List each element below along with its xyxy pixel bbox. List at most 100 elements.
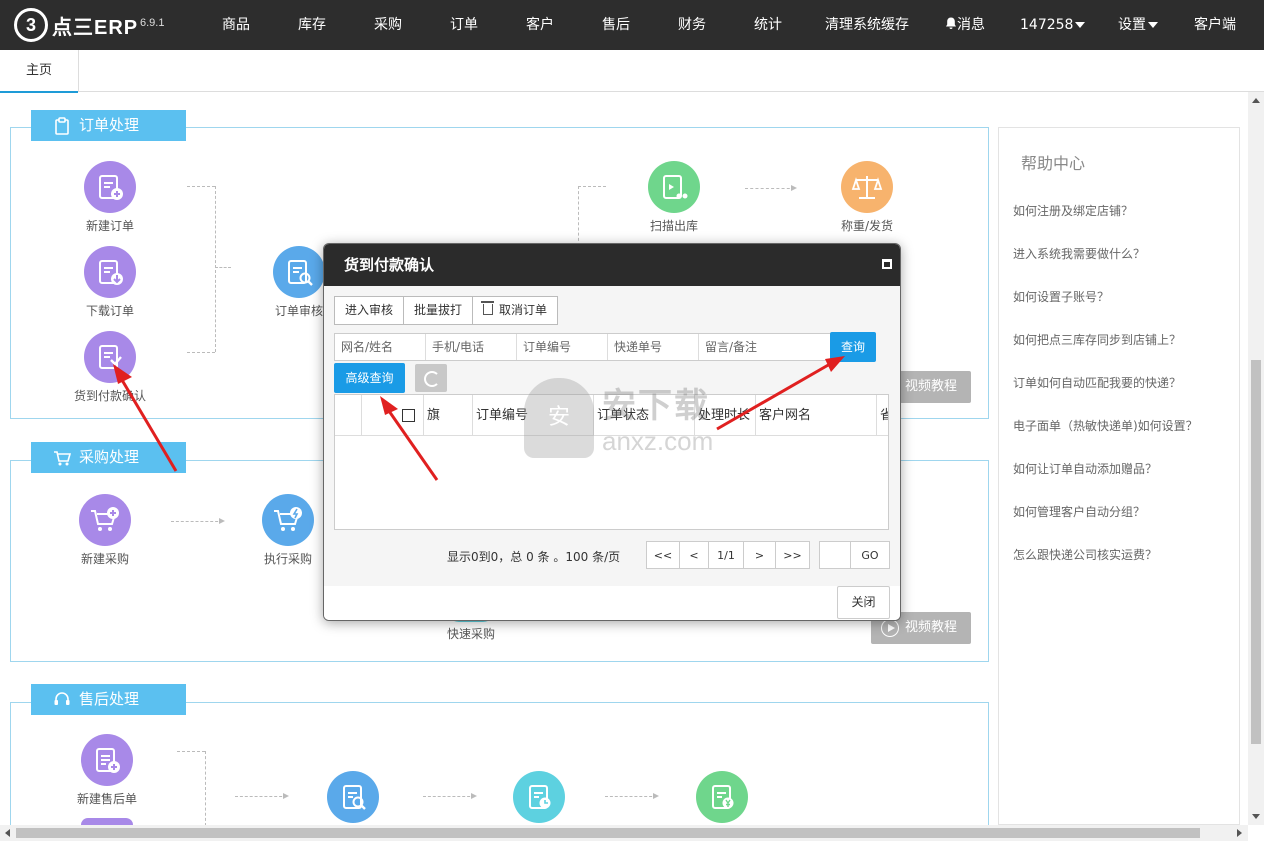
nav-clear-cache[interactable]: 清理系统缓存	[825, 0, 909, 50]
grid-col-province[interactable]: 省	[877, 395, 888, 436]
help-link[interactable]: 如何设置子账号？	[1013, 288, 1109, 305]
nav-client[interactable]: 客户端	[1194, 0, 1236, 50]
trash-icon	[481, 301, 495, 315]
phone-input[interactable]	[426, 334, 517, 360]
help-link[interactable]: 订单如何自动匹配我要的快递？	[1013, 374, 1181, 391]
node-label: 货到付款确认	[73, 389, 146, 403]
watermark-domain: anxz.com	[602, 426, 714, 456]
app-logo[interactable]: 3 点三ERP	[14, 8, 138, 42]
help-link[interactable]: 如何让订单自动添加赠品？	[1013, 460, 1157, 477]
nav-goods[interactable]: 商品	[222, 0, 250, 50]
video-tutorial-label: 视频教程	[905, 379, 958, 394]
batch-print-button[interactable]: 批量拔打	[404, 297, 474, 324]
nav-statistics[interactable]: 统计	[754, 0, 782, 50]
scroll-down-icon[interactable]	[1252, 814, 1260, 819]
page-jump-input[interactable]	[819, 541, 851, 569]
help-link[interactable]: 如何管理客户自动分组？	[1013, 503, 1145, 520]
maximize-icon[interactable]	[882, 259, 892, 269]
node-label: 新建采购	[80, 552, 129, 566]
dialog-header: 货到付款确认	[324, 244, 900, 286]
close-button[interactable]: 关闭	[837, 586, 890, 619]
refresh-icon[interactable]	[415, 364, 447, 392]
nav-aftersale[interactable]: 售后	[602, 0, 630, 50]
nav-finance[interactable]: 财务	[678, 0, 706, 50]
horizontal-scroll-thumb[interactable]	[16, 828, 1200, 838]
query-button[interactable]: 查询	[830, 332, 876, 362]
nav-customers[interactable]: 客户	[526, 0, 554, 50]
flow-arrow	[235, 793, 289, 799]
aftersale-section-tag: 售后处理	[31, 684, 186, 715]
scroll-right-icon[interactable]	[1237, 829, 1242, 837]
node-new-purchase[interactable]: 新建采购	[55, 494, 155, 567]
help-link[interactable]: 怎么跟快递公司核实运费？	[1013, 546, 1157, 563]
help-link[interactable]: 进入系统我需要做什么？	[1013, 245, 1145, 262]
headset-icon	[54, 692, 70, 705]
purchase-section-tag: 采购处理	[31, 442, 186, 473]
grid-col-customer[interactable]: 客户网名	[756, 395, 877, 436]
node-cod-confirm[interactable]: 货到付款确认	[60, 331, 160, 404]
node-label: 下载订单	[85, 304, 134, 318]
help-link[interactable]: 电子面单（热敏快递单)如何设置？	[1013, 417, 1198, 434]
grid-col-index	[335, 395, 362, 436]
order-section-tag: 订单处理	[31, 110, 186, 141]
logo-mark: 3	[14, 8, 48, 42]
first-page-button[interactable]: <<	[646, 541, 680, 569]
nav-purchase[interactable]: 采购	[374, 0, 402, 50]
tracking-number-input[interactable]	[608, 334, 699, 360]
nav-inventory[interactable]: 库存	[298, 0, 326, 50]
nickname-input[interactable]	[335, 334, 426, 360]
order-review-icon	[273, 246, 325, 298]
aftersale-pending-icon[interactable]	[513, 771, 565, 823]
nav-messages-label: 消息	[957, 17, 985, 33]
flow-arrow	[423, 793, 477, 799]
nav-settings-label: 设置	[1118, 17, 1146, 33]
next-page-button[interactable]: >	[743, 541, 776, 569]
new-order-icon	[84, 161, 136, 213]
help-link[interactable]: 如何注册及绑定店铺？	[1013, 202, 1133, 219]
node-download-order[interactable]: 下载订单	[60, 246, 160, 319]
node-new-aftersale[interactable]: 新建售后单	[57, 734, 157, 807]
node-label: 新建售后单	[76, 792, 137, 806]
scale-icon	[841, 161, 893, 213]
vertical-scroll-thumb[interactable]	[1251, 360, 1261, 744]
grid-col-flag[interactable]: 旗	[424, 395, 473, 436]
cancel-order-button[interactable]: 取消订单	[473, 297, 557, 324]
aftersale-review-icon[interactable]	[327, 771, 379, 823]
enter-review-button[interactable]: 进入审核	[335, 297, 405, 324]
remark-input[interactable]	[699, 334, 830, 360]
new-aftersale-icon	[81, 734, 133, 786]
top-navbar: 3 点三ERP 6.9.1 商品 库存 采购 订单 客户 售后 财务 统计 清理…	[0, 0, 1264, 50]
watermark-shield-icon: 安	[524, 378, 594, 458]
pagination: 显示0到0，总 0 条 。100 条/页 << < 1/1 > >> GO	[444, 541, 894, 571]
scroll-left-icon[interactable]	[5, 829, 10, 837]
help-center: 帮助中心 如何注册及绑定店铺？ 进入系统我需要做什么？ 如何设置子账号？ 如何把…	[998, 127, 1240, 825]
node-new-order[interactable]: 新建订单	[60, 161, 160, 234]
tab-home[interactable]: 主页	[0, 50, 79, 93]
order-number-input[interactable]	[517, 334, 608, 360]
watermark-title: 安下载	[602, 386, 710, 426]
prev-page-button[interactable]: <	[679, 541, 709, 569]
scroll-up-icon[interactable]	[1252, 98, 1260, 103]
advanced-query-button[interactable]: 高级查询	[334, 363, 405, 393]
last-page-button[interactable]: >>	[775, 541, 810, 569]
cancel-order-label: 取消订单	[499, 303, 548, 317]
horizontal-scrollbar[interactable]	[0, 825, 1248, 841]
order-section-title: 订单处理	[79, 116, 140, 134]
help-link[interactable]: 如何把点三库存同步到店铺上？	[1013, 331, 1181, 348]
node-scan-outbound[interactable]: 扫描出库	[624, 161, 724, 234]
app-version: 6.9.1	[140, 17, 165, 29]
nav-orders[interactable]: 订单	[450, 0, 478, 50]
aftersale-refund-icon[interactable]	[696, 771, 748, 823]
execute-purchase-icon	[262, 494, 314, 546]
nav-settings-menu[interactable]: 设置	[1118, 0, 1158, 50]
watermark: 安 安下载 anxz.com	[524, 378, 744, 462]
vertical-scrollbar[interactable]	[1248, 92, 1264, 825]
nav-messages[interactable]: 消息	[945, 0, 985, 50]
nav-user-menu[interactable]: 147258	[1020, 0, 1086, 50]
logo-text: 点三ERP	[52, 16, 139, 39]
go-button[interactable]: GO	[850, 541, 890, 569]
help-center-title: 帮助中心	[1021, 154, 1086, 173]
tab-bar: 主页	[0, 50, 1264, 93]
select-all-checkbox[interactable]	[402, 409, 415, 422]
node-weigh-ship[interactable]: 称重/发货	[817, 161, 917, 234]
